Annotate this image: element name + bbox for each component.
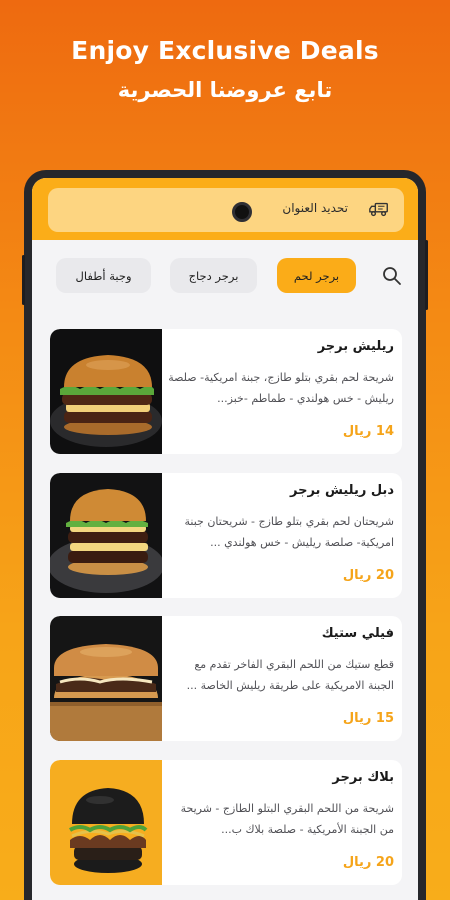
product-description: قطع ستيك من اللحم البقري الفاخر تقدم مع … [186, 658, 394, 692]
phone-button-right [425, 240, 428, 310]
app-screen: تحديد العنوان برجر لحم برجر دجاج وجبة أط… [32, 178, 418, 900]
address-label: تحديد العنوان [282, 201, 348, 215]
hero-title-en: Enjoy Exclusive Deals [71, 36, 379, 65]
product-info: دبل ريليش برجر شريحتان لحم بقري بتلو طاز… [168, 473, 394, 598]
product-description: شريحة من اللحم البقري البتلو الطازج - شر… [180, 802, 394, 836]
product-price: 20 ريال [342, 568, 394, 583]
app-header: تحديد العنوان [32, 178, 418, 240]
address-selector[interactable]: تحديد العنوان [48, 188, 404, 232]
product-name: فيلي ستيك [321, 626, 394, 641]
product-price: 15 ريال [342, 711, 394, 726]
product-info: ريليش برجر شريحة لحم بقري بتلو طازج، جبن… [168, 329, 394, 454]
product-name: دبل ريليش برجر [290, 483, 394, 498]
product-info: فيلي ستيك قطع ستيك من اللحم البقري الفاخ… [168, 616, 394, 741]
hero-title-ar: تابع عروضنا الحصرية [117, 78, 333, 102]
search-icon[interactable] [382, 266, 402, 286]
product-card[interactable]: دبل ريليش برجر شريحتان لحم بقري بتلو طاز… [50, 473, 402, 598]
chip-kids-meal[interactable]: وجبة أطفال [56, 258, 151, 293]
delivery-truck-icon [369, 202, 388, 217]
product-price: 20 ريال [342, 855, 394, 870]
chip-chicken-burger[interactable]: برجر دجاج [170, 258, 257, 293]
chip-beef-burger[interactable]: برجر لحم [277, 258, 356, 293]
product-description: شريحتان لحم بقري بتلو طازج - شريحتان جبن… [184, 515, 394, 549]
product-card[interactable]: بلاك برجر شريحة من اللحم البقري البتلو ا… [50, 760, 402, 885]
product-image [50, 473, 162, 598]
front-camera [232, 202, 252, 222]
product-description: شريحة لحم بقري بتلو طازج، جبنة امريكية- … [168, 371, 394, 405]
category-filters: برجر لحم برجر دجاج وجبة أطفال [32, 258, 418, 296]
product-image [50, 329, 162, 454]
product-image [50, 616, 162, 741]
product-name: بلاك برجر [332, 770, 394, 785]
product-card[interactable]: فيلي ستيك قطع ستيك من اللحم البقري الفاخ… [50, 616, 402, 741]
product-card[interactable]: ريليش برجر شريحة لحم بقري بتلو طازج، جبن… [50, 329, 402, 454]
phone-button-left [22, 255, 25, 305]
product-info: بلاك برجر شريحة من اللحم البقري البتلو ا… [168, 760, 394, 885]
product-name: ريليش برجر [317, 339, 394, 354]
product-image [50, 760, 162, 885]
product-price: 14 ريال [342, 424, 394, 439]
